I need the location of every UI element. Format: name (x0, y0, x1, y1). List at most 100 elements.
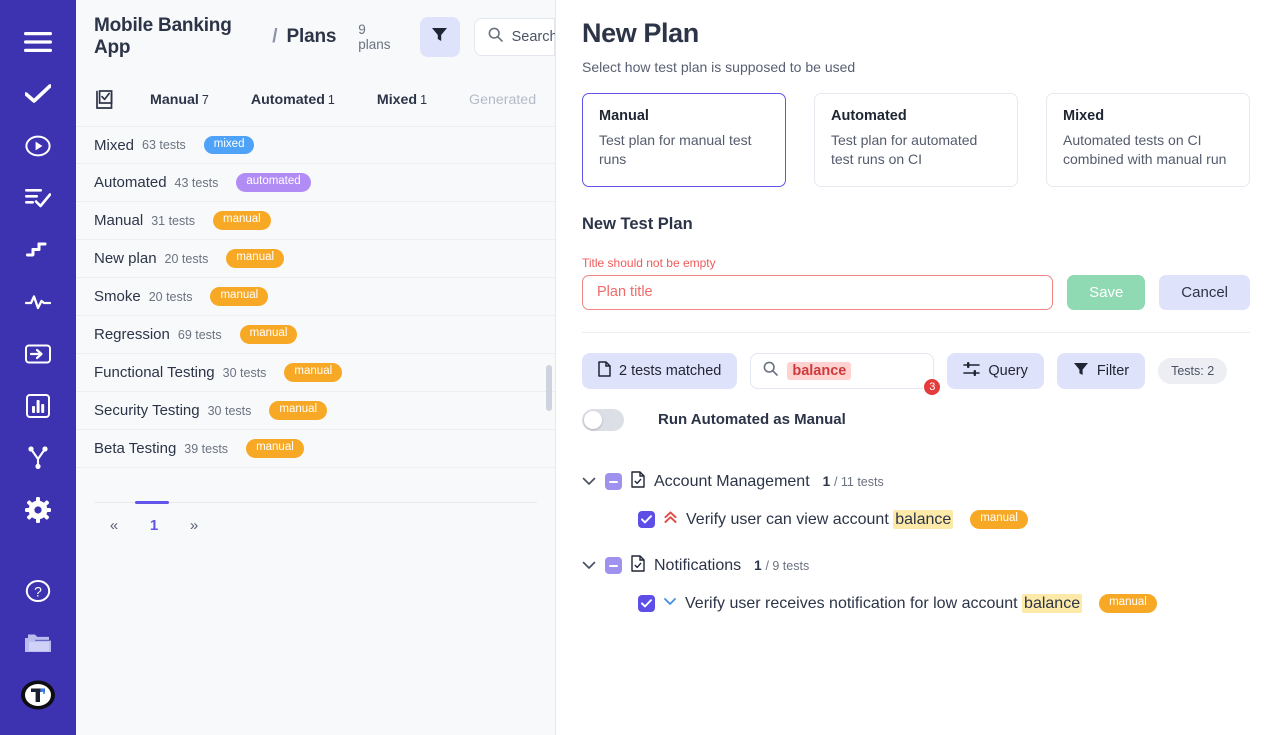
select-all-icon[interactable] (94, 90, 114, 110)
plan-tests: 43 tests (175, 176, 219, 190)
chevron-down-icon[interactable] (582, 473, 596, 491)
check-icon[interactable] (12, 68, 64, 120)
pagination-rule (94, 502, 537, 503)
play-circle-icon[interactable] (12, 120, 64, 172)
plan-name: Functional Testing (94, 364, 215, 381)
tests-matched-chip[interactable]: 2 tests matched (582, 353, 737, 389)
tests-filter-button[interactable]: Filter (1057, 353, 1145, 389)
plan-type-desc: Test plan for manual test runs (599, 131, 769, 170)
folder-icon[interactable] (12, 617, 64, 669)
cancel-button[interactable]: Cancel (1159, 275, 1250, 310)
test-title-highlight: balance (1022, 594, 1082, 613)
plan-name: Manual (94, 212, 143, 229)
breadcrumb-section[interactable]: Plans (287, 26, 337, 48)
table-row[interactable]: Beta Testing 39 tests manual (76, 430, 555, 468)
test-checkbox[interactable] (638, 595, 655, 612)
title-form-row: Plan title Save Cancel (582, 275, 1250, 310)
tree-group-account-management[interactable]: Account Management 1 / 11 tests (582, 469, 1250, 495)
status-badge: manual (240, 325, 298, 344)
breadcrumb-project[interactable]: Mobile Banking App (94, 15, 263, 59)
tests-matched-icon (598, 361, 611, 381)
group-partial-checkbox[interactable] (605, 473, 622, 490)
tab-mixed-count: 1 (420, 93, 427, 107)
app-logo[interactable] (12, 669, 64, 721)
pagination-next[interactable]: » (174, 517, 214, 534)
plan-tests: 20 tests (149, 290, 193, 304)
plans-count: 9 plans (358, 22, 399, 52)
table-row[interactable]: Manual 31 tests manual (76, 202, 555, 240)
list-check-icon[interactable] (12, 172, 64, 224)
search-results-badge: 3 (923, 378, 941, 396)
activity-icon[interactable] (12, 276, 64, 328)
table-row[interactable]: Security Testing 30 tests manual (76, 392, 555, 430)
tree-group-notifications[interactable]: Notifications 1 / 9 tests (582, 553, 1250, 579)
list-item[interactable]: Verify user can view account balance man… (638, 507, 1250, 533)
status-badge: manual (210, 287, 268, 306)
tab-generated[interactable]: Generated (469, 92, 536, 108)
help-circle-icon[interactable]: ? (12, 565, 64, 617)
steps-icon[interactable] (12, 224, 64, 276)
form-divider (582, 332, 1250, 333)
save-button[interactable]: Save (1067, 275, 1145, 310)
page-subtitle: Select how test plan is supposed to be u… (582, 59, 1250, 75)
chart-icon[interactable] (12, 380, 64, 432)
table-row[interactable]: Functional Testing 30 tests manual (76, 354, 555, 392)
query-button[interactable]: Query (947, 353, 1044, 389)
query-label: Query (988, 363, 1028, 379)
plan-tests: 30 tests (208, 404, 252, 418)
tab-automated[interactable]: Automated1 (251, 92, 335, 108)
tests-search-input[interactable]: balance 3 (750, 353, 934, 389)
group-name: Account Management (654, 473, 810, 491)
plans-search-placeholder: Search (512, 29, 556, 45)
table-row[interactable]: Automated 43 tests automated (76, 164, 555, 202)
status-badge: automated (236, 173, 310, 192)
search-icon (763, 361, 778, 381)
share-nodes-icon[interactable] (12, 432, 64, 484)
list-item[interactable]: Verify user receives notification for lo… (638, 591, 1250, 617)
plan-type-title: Manual (599, 108, 769, 124)
test-title: Verify user receives notification for lo… (685, 595, 1082, 613)
tab-automated-count: 1 (328, 93, 335, 107)
plans-tabs: Manual7 Automated1 Mixed1 Generated (76, 74, 555, 126)
plans-panel: Mobile Banking App / Plans 9 plans Searc… (76, 0, 556, 735)
plans-search-input[interactable]: Search (474, 18, 555, 56)
menu-icon[interactable] (12, 16, 64, 68)
plans-header: Mobile Banking App / Plans 9 plans Searc… (76, 0, 555, 74)
plan-type-card-automated[interactable]: Automated Test plan for automated test r… (814, 93, 1018, 187)
plan-tests: 31 tests (151, 214, 195, 228)
pagination-page-1[interactable]: 1 (134, 517, 174, 534)
table-row[interactable]: Smoke 20 tests manual (76, 278, 555, 316)
search-icon (488, 27, 503, 47)
test-checkbox[interactable] (638, 511, 655, 528)
svg-text:?: ? (34, 583, 42, 599)
plan-type-card-manual[interactable]: Manual Test plan for manual test runs (582, 93, 786, 187)
tab-mixed[interactable]: Mixed1 (377, 92, 427, 108)
plan-name: Mixed (94, 137, 134, 154)
plan-title-placeholder: Plan title (597, 284, 653, 300)
plan-type-title: Mixed (1063, 108, 1233, 124)
run-automated-label: Run Automated as Manual (658, 411, 846, 428)
table-row[interactable]: New plan 20 tests manual (76, 240, 555, 278)
pagination-prev[interactable]: « (94, 517, 134, 534)
table-row[interactable]: Mixed 63 tests mixed (76, 126, 555, 164)
filter-button[interactable] (420, 17, 460, 57)
tests-toolbar: 2 tests matched balance 3 Query (582, 353, 1250, 389)
plan-type-card-mixed[interactable]: Mixed Automated tests on CI combined wit… (1046, 93, 1250, 187)
group-selected-count: 1 (754, 558, 762, 573)
plan-title-input[interactable]: Plan title (582, 275, 1053, 310)
gear-icon[interactable] (12, 484, 64, 536)
test-type-badge: manual (970, 510, 1028, 529)
filter-icon (431, 26, 448, 48)
table-row[interactable]: Regression 69 tests manual (76, 316, 555, 354)
group-partial-checkbox[interactable] (605, 557, 622, 574)
run-automated-toggle[interactable] (582, 409, 624, 431)
chevron-down-icon[interactable] (582, 557, 596, 575)
tab-automated-label: Automated (251, 92, 325, 108)
plan-name: Automated (94, 174, 167, 191)
status-badge: manual (269, 401, 327, 420)
status-badge: mixed (204, 136, 255, 155)
plan-tests: 39 tests (184, 442, 228, 456)
plans-scrollbar[interactable] (546, 365, 552, 411)
import-icon[interactable] (12, 328, 64, 380)
tab-manual[interactable]: Manual7 (150, 92, 209, 108)
